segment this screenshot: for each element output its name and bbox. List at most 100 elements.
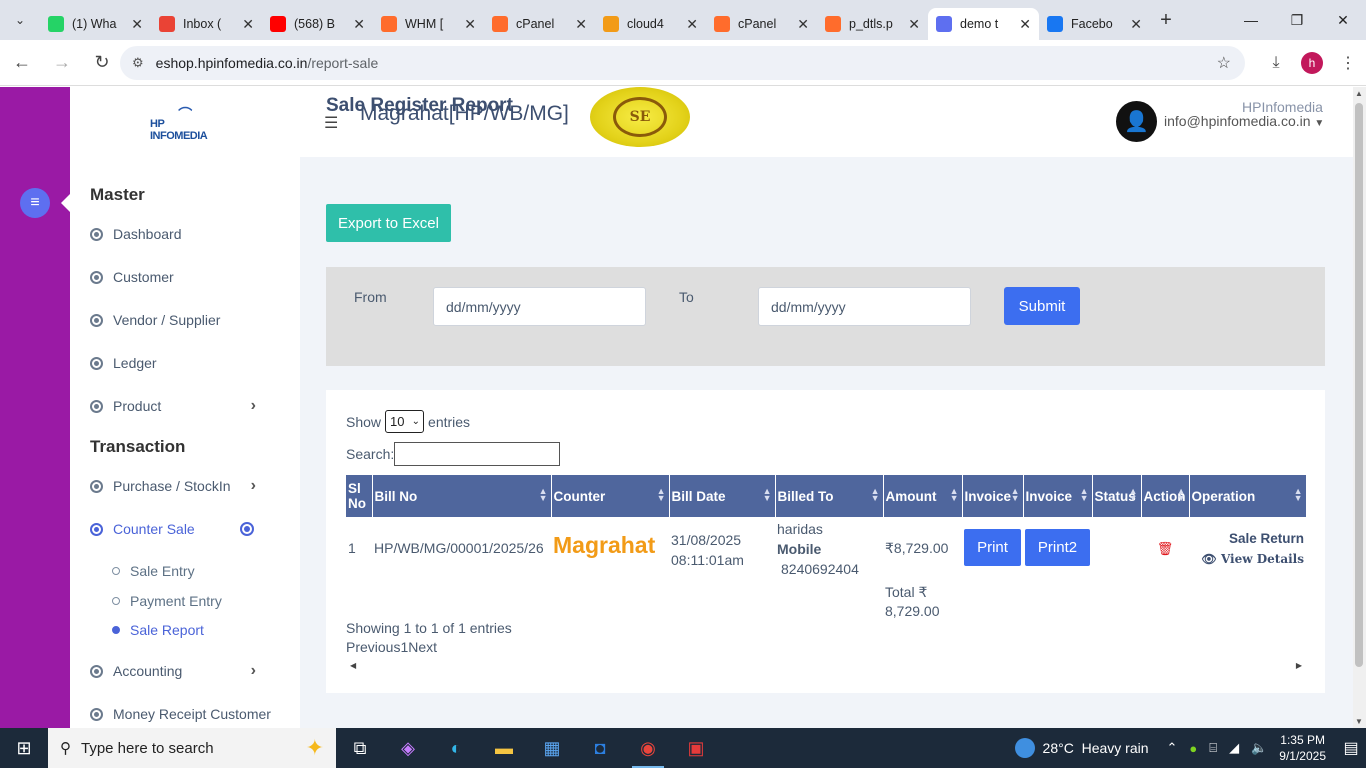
browser-tab[interactable]: cloud4 ✕ bbox=[595, 8, 706, 40]
browser-tab[interactable]: (568) B ✕ bbox=[262, 8, 373, 40]
col-sl-no[interactable]: Sl No bbox=[346, 475, 373, 517]
scroll-down-icon[interactable]: ▼ bbox=[1355, 717, 1363, 726]
outlook-icon[interactable]: ◘ bbox=[576, 728, 624, 768]
col-bill-date[interactable]: Bill Date ▲ ▼ bbox=[669, 475, 776, 517]
print-button[interactable]: Print bbox=[964, 529, 1021, 566]
weather-widget[interactable]: 28°C Heavy rain bbox=[1014, 738, 1149, 758]
print2-button[interactable]: Print2 bbox=[1025, 529, 1090, 566]
taskbar-search[interactable]: ⚲ Type here to search ✦ bbox=[48, 728, 336, 768]
close-tab-icon[interactable]: ✕ bbox=[686, 16, 698, 33]
col-action[interactable]: Action ▲ ▼ bbox=[1141, 475, 1190, 517]
scroll-up-icon[interactable]: ▲ bbox=[1355, 89, 1363, 98]
hp-infomedia-logo[interactable]: ⌒ HP INFOMEDIA bbox=[150, 107, 220, 143]
from-date-field[interactable]: dd/mm/yyyy bbox=[433, 287, 646, 326]
notification-icon[interactable]: ▤ bbox=[1336, 738, 1366, 758]
col-operation[interactable]: Operation ▲ ▼ bbox=[1189, 475, 1307, 517]
chrome-icon[interactable]: ◉ bbox=[624, 728, 672, 768]
col-counter[interactable]: Counter ▲ ▼ bbox=[551, 475, 670, 517]
export-excel-button[interactable]: Export to Excel bbox=[326, 204, 451, 242]
scroll-right-icon[interactable]: ▶ bbox=[1296, 661, 1302, 670]
status-icon[interactable]: ● bbox=[1189, 741, 1197, 756]
task-view-icon[interactable]: ⧉ bbox=[336, 728, 384, 768]
browser-tab[interactable]: WHM [✕ bbox=[373, 8, 484, 40]
col-invoice[interactable]: Invoice ▲ ▼ bbox=[962, 475, 1024, 517]
submit-button[interactable]: Submit bbox=[1004, 287, 1080, 325]
sidebar-item-dashboard[interactable]: Dashboard bbox=[90, 222, 280, 246]
close-tab-icon[interactable]: ✕ bbox=[797, 16, 809, 33]
speaker-icon[interactable]: 🔈 bbox=[1251, 740, 1267, 756]
profile-avatar[interactable]: h bbox=[1301, 52, 1323, 74]
browser-menu-icon[interactable]: ⋮ bbox=[1330, 46, 1366, 80]
col-status[interactable]: Status ▲ ▼ bbox=[1092, 475, 1142, 517]
scroll-thumb[interactable] bbox=[1355, 103, 1363, 667]
sidebar-item-vendor[interactable]: Vendor / Supplier bbox=[90, 308, 280, 332]
sidebar-item-money-receipt[interactable]: Money Receipt Customer bbox=[90, 702, 310, 726]
device-icon[interactable]: ⌸ bbox=[1209, 740, 1217, 756]
col-billed-to[interactable]: Billed To ▲ ▼ bbox=[775, 475, 884, 517]
horizontal-scrollbar[interactable]: ◀ ▶ bbox=[346, 658, 1306, 673]
site-info-icon[interactable]: ⚙ bbox=[132, 55, 144, 71]
page-size-select[interactable]: 10 ⌄ bbox=[385, 410, 425, 433]
user-avatar-icon[interactable]: 👤 bbox=[1116, 101, 1157, 142]
chevron-up-icon[interactable]: ⌃ bbox=[1167, 740, 1178, 756]
new-tab-button[interactable]: + bbox=[1150, 9, 1182, 32]
back-button[interactable]: ← bbox=[4, 45, 40, 81]
close-tab-icon[interactable]: ✕ bbox=[242, 16, 254, 33]
wps-icon[interactable]: ▣ bbox=[672, 728, 720, 768]
sidebar-item-counter-sale[interactable]: Counter Sale bbox=[90, 517, 280, 541]
copilot-icon[interactable]: ◈ bbox=[384, 728, 432, 768]
breadcrumb[interactable]: HPInfomedia bbox=[1242, 99, 1323, 115]
sidebar-item-product[interactable]: Product › bbox=[90, 394, 280, 418]
browser-tab[interactable]: Facebo ✕ bbox=[1039, 8, 1150, 40]
url-field[interactable]: ⚙ eshop.hpinfomedia.co.in/report-sale ☆ bbox=[120, 46, 1245, 80]
bookmark-star-icon[interactable]: ☆ bbox=[1217, 53, 1231, 73]
cell-action: 🗑 bbox=[1141, 517, 1189, 581]
clock[interactable]: 1:35 PM 9/1/2025 bbox=[1279, 732, 1326, 764]
store-icon[interactable]: ▦ bbox=[528, 728, 576, 768]
sub-item-sale-entry[interactable]: Sale Entry bbox=[112, 561, 195, 581]
sidebar-item-ledger[interactable]: Ledger bbox=[90, 351, 280, 375]
view-details-link[interactable]: 👁 View Details bbox=[1191, 549, 1304, 569]
browser-tab[interactable]: (1) Wha ✕ bbox=[40, 8, 151, 40]
wifi-icon[interactable]: ◢ bbox=[1229, 740, 1239, 756]
close-tab-icon[interactable]: ✕ bbox=[575, 16, 587, 33]
col-amount[interactable]: Amount ▲ ▼ bbox=[883, 475, 963, 517]
browser-tab[interactable]: demo t ✕ bbox=[928, 8, 1039, 40]
browser-tab[interactable]: p_dtls.p ✕ bbox=[817, 8, 928, 40]
minimize-button[interactable]: — bbox=[1228, 0, 1274, 40]
edge-icon[interactable]: ◐ bbox=[432, 728, 480, 768]
sidebar-item-purchase[interactable]: Purchase / StockIn › bbox=[90, 474, 280, 498]
close-tab-icon[interactable]: ✕ bbox=[353, 16, 365, 33]
reload-button[interactable]: ↻ bbox=[84, 45, 120, 81]
file-explorer-icon[interactable]: ▬ bbox=[480, 728, 528, 768]
sale-return-link[interactable]: Sale Return bbox=[1191, 529, 1304, 549]
vertical-scrollbar[interactable]: ▲ ▼ bbox=[1353, 87, 1366, 728]
menu-toggle-icon[interactable]: ≡ bbox=[20, 188, 50, 218]
maximize-button[interactable]: ❐ bbox=[1274, 0, 1320, 40]
pagination[interactable]: Previous1Next bbox=[346, 639, 437, 655]
sub-item-sale-report[interactable]: Sale Report bbox=[112, 620, 204, 640]
trash-icon[interactable]: 🗑 bbox=[1157, 541, 1174, 556]
user-menu[interactable]: info@hpinfomedia.co.in ▼ bbox=[1164, 113, 1324, 129]
col-invoice-2[interactable]: Invoice ▲ ▼ bbox=[1023, 475, 1093, 517]
tab-search-button[interactable]: ⌄ bbox=[0, 0, 40, 40]
close-tab-icon[interactable]: ✕ bbox=[131, 16, 143, 33]
browser-tab[interactable]: cPanel ✕ bbox=[706, 8, 817, 40]
download-icon[interactable]: ⤓ bbox=[1258, 46, 1294, 80]
sub-item-payment-entry[interactable]: Payment Entry bbox=[112, 591, 222, 611]
close-tab-icon[interactable]: ✕ bbox=[908, 16, 920, 33]
to-date-field[interactable]: dd/mm/yyyy bbox=[758, 287, 971, 326]
search-input[interactable] bbox=[394, 442, 561, 466]
windows-start-icon[interactable]: ⊞ bbox=[0, 728, 48, 768]
close-tab-icon[interactable]: ✕ bbox=[464, 16, 476, 33]
sidebar-item-accounting[interactable]: Accounting › bbox=[90, 659, 280, 683]
close-tab-icon[interactable]: ✕ bbox=[1019, 16, 1031, 33]
close-window-button[interactable]: ✕ bbox=[1320, 0, 1366, 40]
close-tab-icon[interactable]: ✕ bbox=[1130, 16, 1142, 33]
sidebar-item-customer[interactable]: Customer bbox=[90, 265, 280, 289]
scroll-left-icon[interactable]: ◀ bbox=[350, 661, 356, 670]
browser-tab[interactable]: cPanel ✕ bbox=[484, 8, 595, 40]
col-bill-no[interactable]: Bill No ▲ ▼ bbox=[372, 475, 552, 517]
browser-tab[interactable]: Inbox (✕ bbox=[151, 8, 262, 40]
forward-button[interactable]: → bbox=[44, 45, 80, 81]
